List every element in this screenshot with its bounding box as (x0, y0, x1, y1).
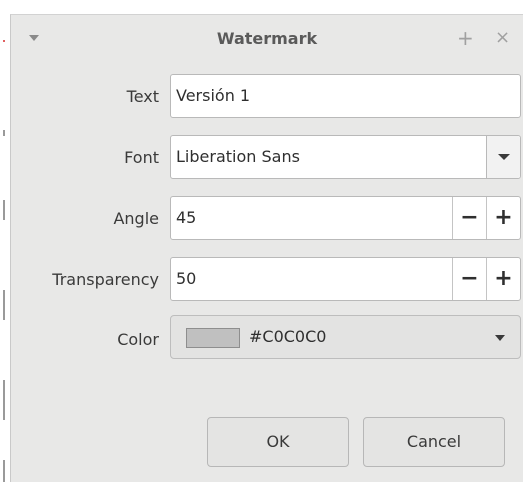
transparency-spinbox[interactable]: 50 − + (170, 257, 521, 301)
color-swatch (186, 328, 240, 348)
angle-spinbox[interactable]: 45 − + (170, 196, 521, 240)
ok-button[interactable]: OK (207, 417, 349, 467)
color-value: #C0C0C0 (249, 327, 327, 346)
font-dropdown-button[interactable] (486, 136, 520, 178)
transparency-decrement-button[interactable]: − (452, 258, 486, 300)
font-label: Font (124, 148, 159, 167)
angle-label: Angle (113, 209, 159, 228)
chevron-down-icon (498, 154, 510, 160)
watermark-dialog: Watermark + × Text Versión 1 Font Libera… (10, 14, 523, 482)
background-window-edge (0, 0, 10, 482)
angle-decrement-button[interactable]: − (452, 197, 486, 239)
close-icon[interactable]: × (495, 27, 510, 49)
titlebar: Watermark + × (11, 15, 523, 65)
cancel-button[interactable]: Cancel (363, 417, 505, 467)
dialog-title: Watermark (216, 29, 318, 48)
angle-increment-button[interactable]: + (486, 197, 520, 239)
transparency-label: Transparency (52, 270, 159, 289)
text-input[interactable]: Versión 1 (170, 74, 521, 118)
color-label: Color (117, 330, 159, 349)
text-label: Text (126, 87, 159, 106)
maximize-plus-icon[interactable]: + (457, 27, 474, 49)
transparency-value: 50 (176, 269, 197, 288)
font-combobox[interactable]: Liberation Sans (170, 135, 521, 179)
chevron-down-icon (495, 335, 505, 341)
angle-value: 45 (176, 208, 197, 227)
font-combobox-value: Liberation Sans (176, 147, 300, 166)
text-input-value: Versión 1 (176, 86, 251, 105)
color-picker-button[interactable]: #C0C0C0 (170, 315, 521, 359)
transparency-increment-button[interactable]: + (486, 258, 520, 300)
